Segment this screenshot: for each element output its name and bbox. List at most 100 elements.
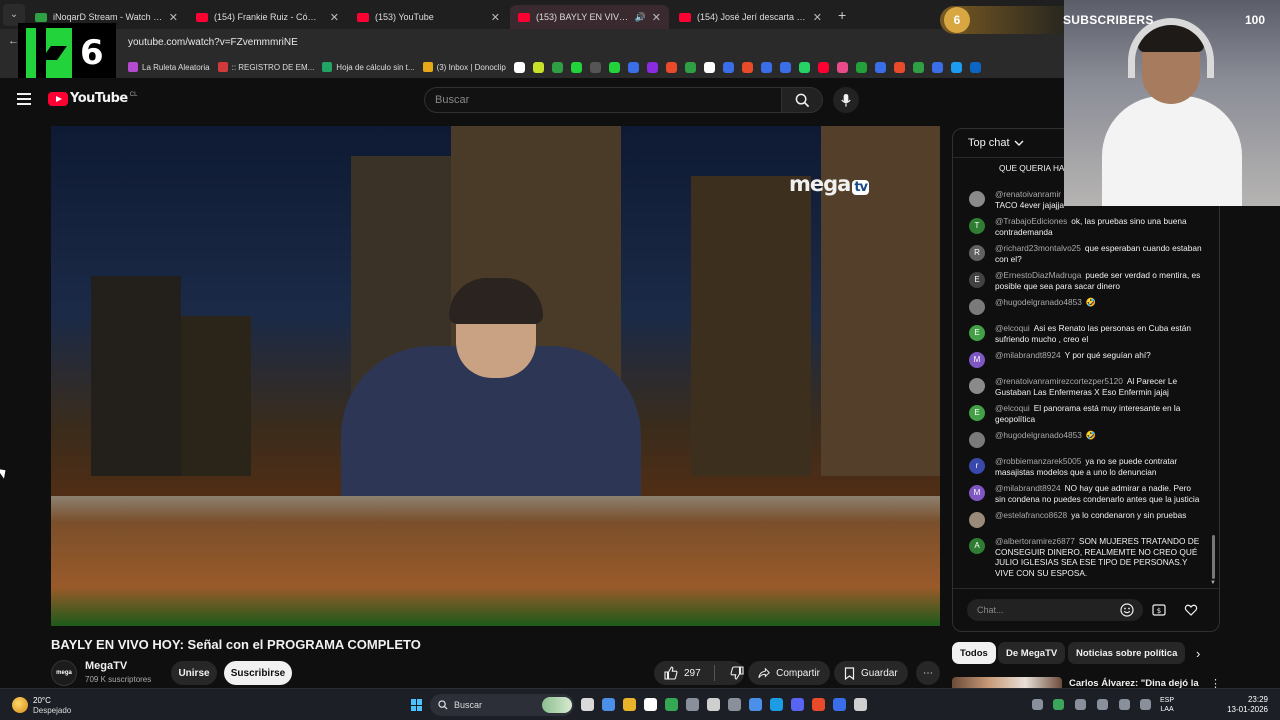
voice-search-button[interactable] — [833, 87, 859, 113]
chat-message[interactable]: R @richard23montalvo25 que esperaban cuand… — [953, 240, 1211, 267]
chat-author[interactable]: @elcoqui — [995, 323, 1030, 333]
bookmark-icon[interactable] — [665, 61, 677, 73]
new-tab-button[interactable]: + — [838, 7, 846, 23]
chat-input[interactable]: Chat... — [967, 599, 1143, 621]
bookmark-icon[interactable] — [931, 61, 943, 73]
taskbar-app-icon[interactable] — [812, 698, 825, 711]
bookmark-icon[interactable] — [627, 61, 639, 73]
search-input[interactable]: Buscar — [424, 87, 782, 113]
chat-avatar[interactable]: M — [969, 352, 985, 368]
taskbar-app-icon[interactable] — [833, 698, 846, 711]
bookmark-item[interactable]: (3) Inbox | Donoclip — [422, 62, 506, 72]
chat-message[interactable]: E @elcoqui El panorama está muy interesant… — [953, 400, 1211, 427]
chat-avatar[interactable]: r — [969, 458, 985, 474]
tray-icon[interactable] — [1097, 699, 1108, 710]
bookmark-icon[interactable] — [836, 61, 848, 73]
chat-author[interactable]: @TrabajoEdiciones — [995, 216, 1067, 226]
dislike-button[interactable] — [721, 666, 744, 680]
super-chat-icon[interactable]: $ — [1150, 601, 1168, 619]
chat-avatar[interactable]: E — [969, 405, 985, 421]
channel-avatar[interactable]: mega — [51, 660, 77, 686]
tab-close-icon[interactable]: ✕ — [813, 11, 822, 24]
chat-avatar[interactable]: M — [969, 485, 985, 501]
chat-author[interactable]: @robbiemanzarek5005 — [995, 456, 1081, 466]
taskbar-app-icon[interactable] — [854, 698, 867, 711]
chat-avatar[interactable]: E — [969, 325, 985, 341]
filter-chip[interactable]: Todos — [952, 642, 996, 664]
bookmark-icon[interactable] — [532, 61, 544, 73]
chat-author[interactable]: @richard23montalvo25 — [995, 243, 1081, 253]
bookmark-icon[interactable] — [874, 61, 886, 73]
chat-avatar[interactable] — [969, 512, 985, 528]
chat-author[interactable]: @hugodelgranado4853 — [995, 297, 1082, 307]
taskbar-search[interactable]: Buscar — [430, 694, 574, 716]
chat-avatar[interactable] — [969, 378, 985, 394]
more-actions-button[interactable]: ⋯ — [916, 661, 940, 685]
chevron-right-icon[interactable]: › — [1196, 646, 1200, 661]
bookmark-icon[interactable] — [722, 61, 734, 73]
chat-message[interactable]: E @ErnestoDiazMadruga puede ser verdad o m… — [953, 267, 1211, 294]
clock[interactable]: 23:29 13-01-2026 — [1222, 695, 1268, 715]
bookmark-icon[interactable] — [703, 61, 715, 73]
taskbar-app-icon[interactable] — [686, 698, 699, 711]
tray-icon[interactable] — [1053, 699, 1064, 710]
chat-avatar[interactable]: E — [969, 272, 985, 288]
taskbar-app-icon[interactable] — [707, 698, 720, 711]
bookmark-icon[interactable] — [646, 61, 658, 73]
browser-tab[interactable]: (154) José Jerí descarta corredo ✕ — [671, 5, 830, 29]
chat-avatar[interactable]: T — [969, 218, 985, 234]
bookmark-icon[interactable] — [969, 61, 981, 73]
save-button[interactable]: Guardar — [834, 661, 908, 685]
scroll-down-icon[interactable]: ▼ — [1210, 580, 1216, 586]
chat-avatar[interactable] — [969, 432, 985, 448]
bookmark-icon[interactable] — [798, 61, 810, 73]
chat-message[interactable]: @hugodelgranado4853 🤣 — [953, 294, 1211, 320]
share-button[interactable]: Compartir — [748, 661, 830, 685]
chat-message[interactable]: @hugodelgranado4853 🤣 — [953, 427, 1211, 453]
bookmark-icon[interactable] — [570, 61, 582, 73]
filter-chip[interactable]: De MegaTV — [998, 642, 1066, 664]
windows-start-icon[interactable] — [411, 699, 423, 711]
emoji-icon[interactable] — [1118, 601, 1136, 619]
bookmark-icon[interactable] — [551, 61, 563, 73]
tab-close-icon[interactable]: ✕ — [652, 11, 661, 24]
chat-message[interactable]: T @TrabajoEdiciones ok, las pruebas sino u… — [953, 213, 1211, 240]
chat-author[interactable]: @albertoramirez6877 — [995, 536, 1075, 546]
taskbar-app-icon[interactable] — [602, 698, 615, 711]
taskbar-app-icon[interactable] — [728, 698, 741, 711]
chat-avatar[interactable] — [969, 191, 985, 207]
chat-avatar[interactable]: A — [969, 538, 985, 554]
chat-message[interactable]: r @robbiemanzarek5005 ya no se puede contr… — [953, 453, 1211, 480]
bookmark-icon[interactable] — [760, 61, 772, 73]
tray-icon[interactable] — [1119, 699, 1130, 710]
filter-chip[interactable]: Noticias sobre política — [1068, 642, 1186, 664]
taskbar-app-icon[interactable] — [791, 698, 804, 711]
taskbar-app-icon[interactable] — [770, 698, 783, 711]
chat-avatar[interactable] — [969, 165, 985, 181]
join-button[interactable]: Unirse — [171, 661, 217, 685]
bookmark-icon[interactable] — [513, 61, 525, 73]
browser-tab[interactable]: (153) YouTube ✕ — [349, 5, 508, 29]
chat-message[interactable]: M @milabrandt8924 NO hay que admirar a nad… — [953, 480, 1211, 507]
chat-author[interactable]: @renatoivanramirezcortezper5120 — [995, 376, 1123, 386]
taskbar-app-icon[interactable] — [623, 698, 636, 711]
chat-author[interactable]: @elcoqui — [995, 403, 1030, 413]
bookmark-icon[interactable] — [855, 61, 867, 73]
chat-author[interactable]: @hugodelgranado4853 — [995, 430, 1082, 440]
like-button[interactable]: 297 — [654, 666, 708, 680]
chat-author[interactable]: @milabrandt8924 — [995, 483, 1061, 493]
chat-author[interactable]: @ErnestoDiazMadruga — [995, 270, 1081, 280]
chat-message-list[interactable]: QUE QUERIA HAY YA ESTA PARA MO@renatoiva… — [953, 160, 1211, 586]
url-field[interactable]: youtube.com/watch?v=FZvemmmriNE — [128, 37, 298, 48]
chat-scrollbar[interactable] — [1212, 535, 1215, 579]
tab-close-icon[interactable]: ✕ — [330, 11, 339, 24]
heart-icon[interactable] — [1182, 601, 1200, 619]
bookmark-icon[interactable] — [950, 61, 962, 73]
chat-message[interactable]: A @albertoramirez6877 SON MUJERES TRATANDO… — [953, 533, 1211, 581]
bookmark-item[interactable]: La Ruleta Aleatoria — [128, 62, 210, 72]
bookmark-icon[interactable] — [779, 61, 791, 73]
chat-message[interactable]: M @milabrandt8924 Y por qué seguían ahí? — [953, 347, 1211, 373]
tab-audio-icon[interactable]: 🔊 — [635, 12, 646, 23]
bookmark-icon[interactable] — [817, 61, 829, 73]
search-button[interactable] — [781, 87, 823, 113]
